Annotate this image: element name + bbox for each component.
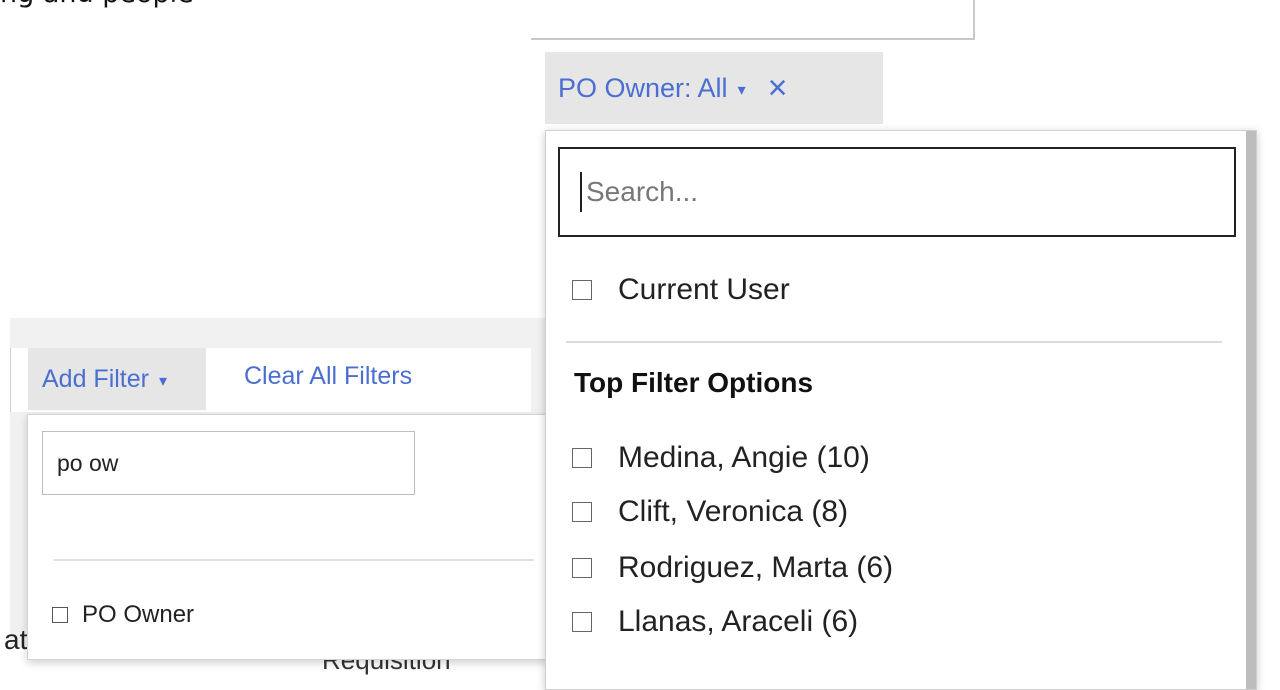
checkbox[interactable] [52,607,68,623]
option-label: Rodriguez, Marta (6) [618,551,894,584]
option-current-user[interactable]: Current User [572,273,790,307]
option-rodriguez-marta[interactable]: Rodriguez, Marta (6) [572,551,893,585]
close-icon[interactable]: × [768,71,788,105]
top-filter-options-heading: Top Filter Options [574,367,814,398]
po-owner-search-input[interactable] [584,175,1188,209]
add-filter-search-input[interactable]: po ow [42,431,415,495]
chevron-down-icon[interactable]: ▾ [738,80,746,100]
option-label: Medina, Angie (10) [618,441,870,474]
checkbox[interactable] [572,502,592,522]
clipped-input-frame [531,0,975,40]
add-filter-button[interactable]: Add Filter ▾ [28,348,206,410]
option-label: PO Owner [82,601,195,628]
checkbox[interactable] [572,448,592,468]
divider [566,341,1222,343]
po-owner-filter-label[interactable]: PO Owner: All [558,73,728,104]
po-owner-filter-chip[interactable]: PO Owner: All ▾ × [545,52,883,124]
option-medina-angie[interactable]: Medina, Angie (10) [572,441,870,475]
chevron-down-icon[interactable]: ▾ [159,371,167,391]
checkbox[interactable] [572,612,592,632]
text-cursor [580,172,582,212]
checkbox[interactable] [572,558,592,578]
checkbox[interactable] [572,280,592,300]
option-label: Llanas, Araceli (6) [618,605,859,638]
add-filter-label[interactable]: Add Filter [42,365,149,394]
clipped-column-text: at [4,624,28,655]
po-owner-search-field[interactable] [558,147,1236,237]
scrollbar[interactable] [1246,131,1256,689]
add-filter-dropdown: po ow PO Owner [27,414,549,660]
option-clift-veronica[interactable]: Clift, Veronica (8) [572,495,848,529]
clear-all-filters-link[interactable]: Clear All Filters [244,362,412,391]
option-label: Clift, Veronica (8) [618,495,849,528]
option-llanas-araceli[interactable]: Llanas, Araceli (6) [572,605,858,639]
option-label: Current User [618,273,790,306]
clipped-header-text: ng and people [0,0,194,9]
divider [54,559,534,561]
po-owner-dropdown: Current User Top Filter Options Medina, … [545,130,1257,690]
add-filter-option-po-owner[interactable]: PO Owner [52,601,194,629]
